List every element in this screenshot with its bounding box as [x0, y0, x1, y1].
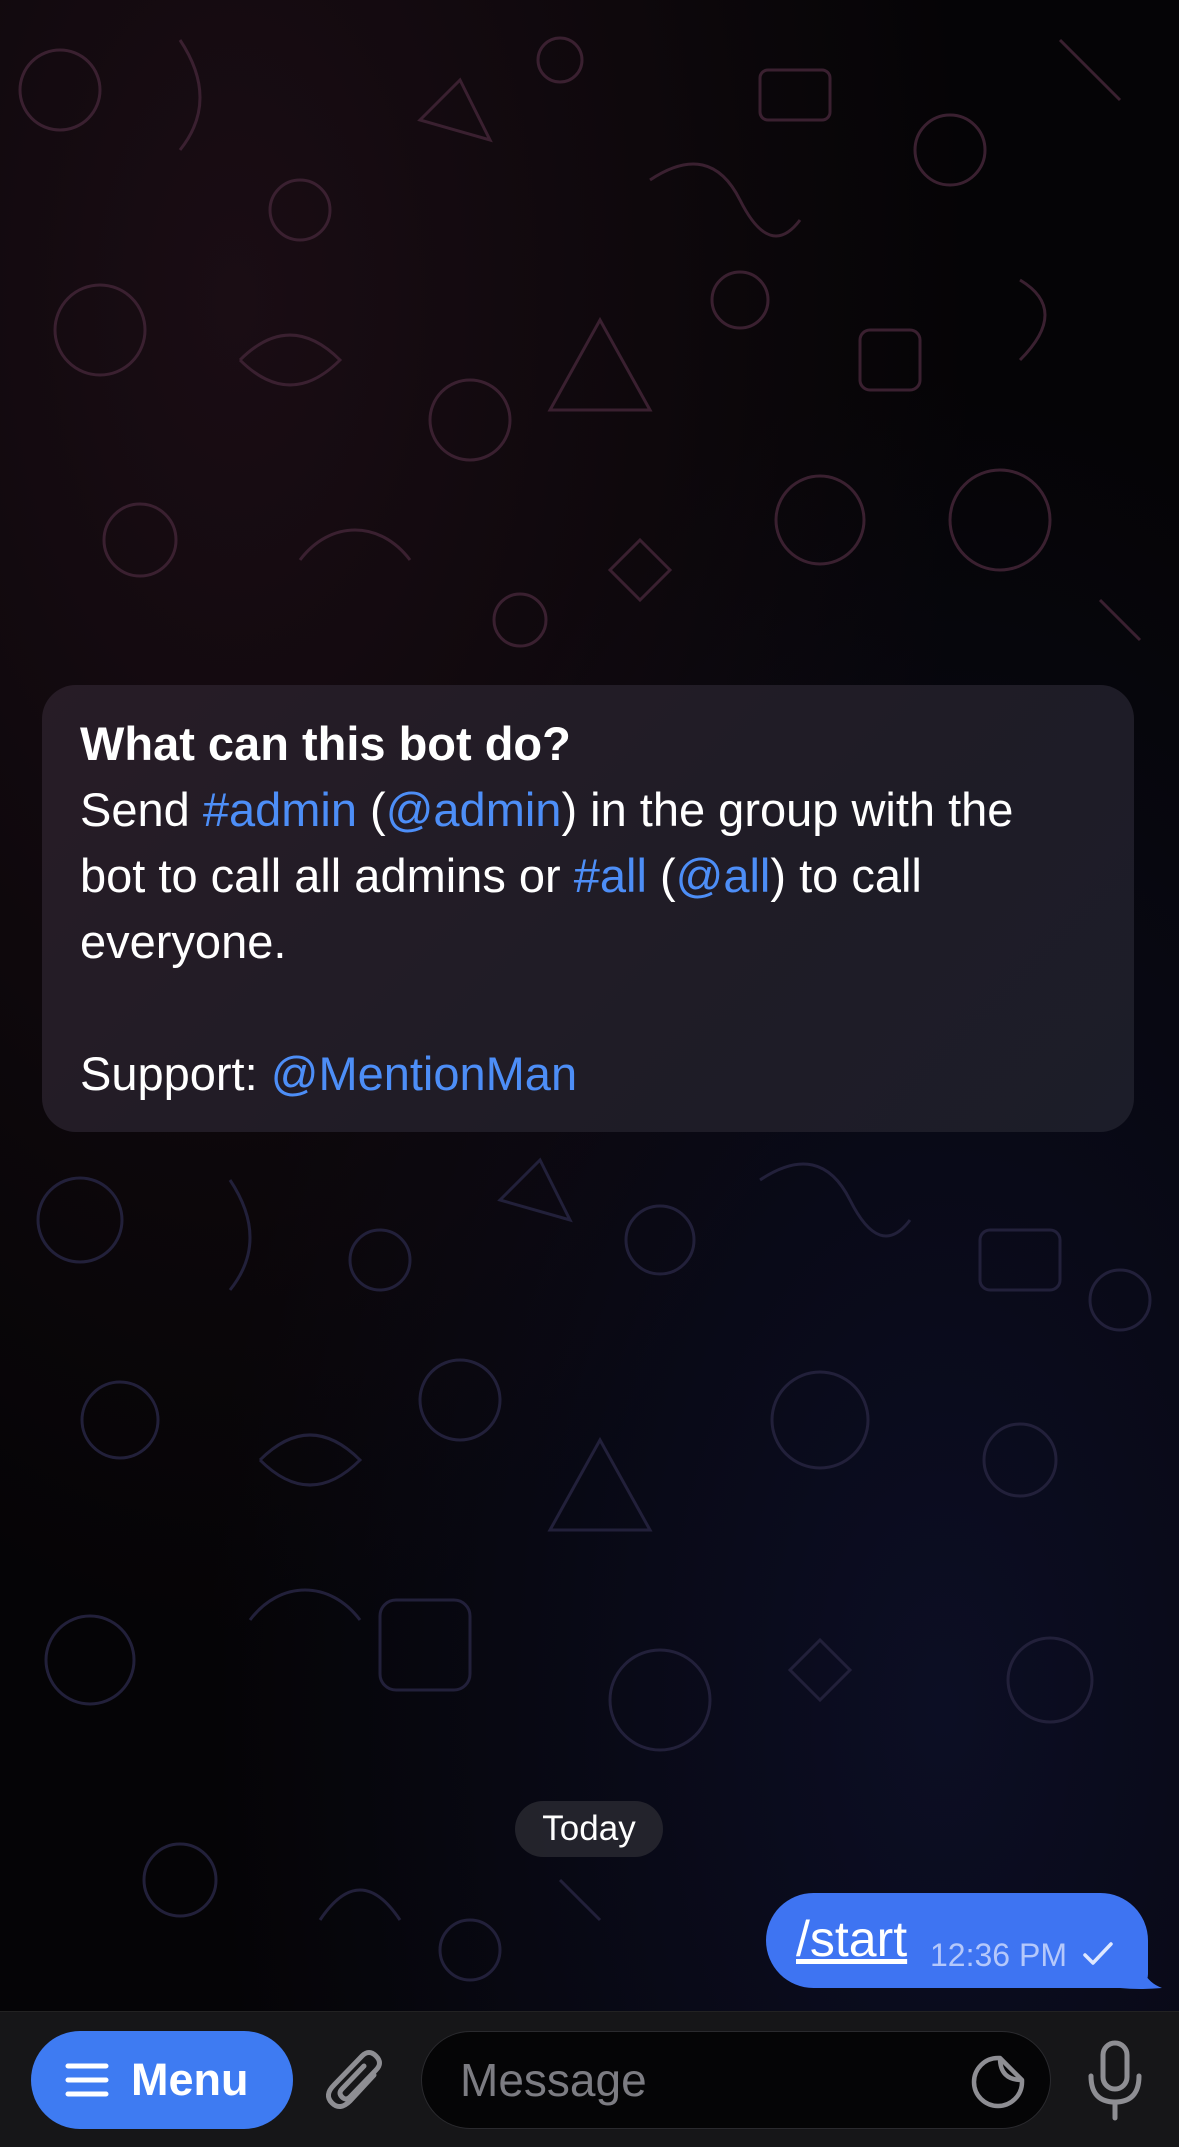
message-input[interactable] [460, 2032, 940, 2128]
line2-text-c: ) to call [770, 849, 922, 902]
line1-text-b: ( [356, 783, 386, 836]
date-separator: Today [515, 1801, 663, 1857]
sticker-icon[interactable] [970, 2054, 1026, 2110]
bot-info-title: What can this bot do? [80, 717, 571, 770]
menu-button[interactable]: Menu [31, 2031, 293, 2129]
outgoing-message-text[interactable]: /start [796, 1911, 907, 1967]
line2-text-a: bot to call all admins or [80, 849, 574, 902]
mention-admin-link[interactable]: @admin [386, 783, 562, 836]
description-line-3: everyone. [80, 915, 287, 968]
message-timestamp: 12:36 PM [930, 1937, 1067, 1973]
microphone-icon[interactable] [1085, 2040, 1145, 2122]
description-line-1: Send #admin (@admin) in the group with t… [80, 777, 1096, 843]
hamburger-icon [65, 2063, 109, 2097]
line2-text-b: ( [646, 849, 676, 902]
bot-info-description: Send #admin (@admin) in the group with t… [80, 777, 1096, 1107]
check-icon [1083, 1942, 1113, 1965]
bot-info-card: What can this bot do? Send #admin (@admi… [42, 685, 1134, 1132]
hashtag-admin-link[interactable]: #admin [203, 783, 357, 836]
outgoing-message-bubble[interactable]: /start 12:36 PM [766, 1893, 1148, 1988]
menu-label: Menu [131, 2054, 249, 2105]
support-mention-link[interactable]: @MentionMan [271, 1047, 577, 1100]
description-line-2: bot to call all admins or #all (@all) to… [80, 843, 1096, 909]
paperclip-icon[interactable] [322, 2045, 390, 2117]
message-input-bar: Menu [0, 2011, 1179, 2147]
hashtag-all-link[interactable]: #all [574, 849, 647, 902]
line1-text-a: Send [80, 783, 203, 836]
support-line: Support: @MentionMan [80, 1041, 1096, 1107]
line1-text-c: ) in the group with the [561, 783, 1014, 836]
support-label: Support: [80, 1047, 271, 1100]
message-field[interactable] [421, 2031, 1051, 2129]
mention-all-link[interactable]: @all [676, 849, 771, 902]
